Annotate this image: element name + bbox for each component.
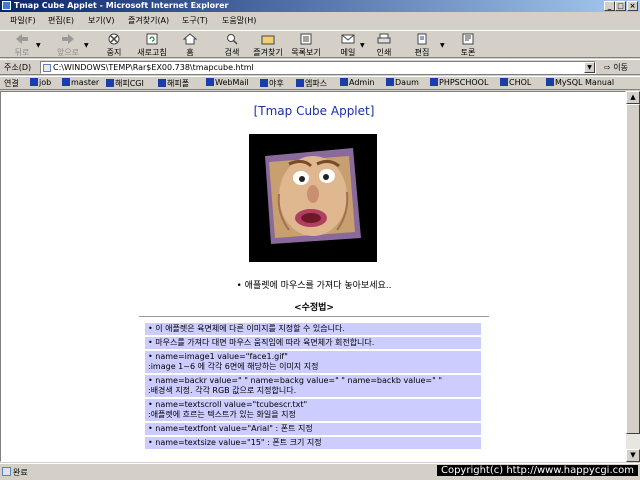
- list-item: • name=backr value=" " name=backg value=…: [145, 375, 481, 399]
- copyright-banner: Copyright(c) http://www.happycgi.com: [436, 465, 638, 476]
- list-item: • name=textsize value="15" : 폰트 크기 지정: [145, 437, 481, 451]
- go-arrow-icon: ⇨: [604, 63, 611, 72]
- discuss-icon: [462, 33, 474, 45]
- edit-dropdown-icon[interactable]: ▼: [440, 42, 445, 49]
- window-title: Tmap Cube Applet - Microsoft Internet Ex…: [14, 1, 229, 10]
- link-chol[interactable]: CHOL: [500, 78, 531, 87]
- scroll-up-icon[interactable]: ▲: [626, 91, 640, 104]
- back-arrow-icon: [16, 34, 28, 44]
- link-webmail[interactable]: WebMail: [206, 78, 249, 87]
- method-title: <수정법>: [294, 303, 334, 313]
- history-button[interactable]: 목록보기: [288, 32, 324, 58]
- vertical-scrollbar[interactable]: ▲ ▼: [626, 91, 640, 462]
- menu-view[interactable]: 보기(V): [88, 15, 114, 26]
- edit-document-icon: [417, 33, 427, 45]
- link-icon: [296, 79, 304, 87]
- divider: [139, 316, 489, 317]
- menu-bar: 파일(F) 편집(E) 보기(V) 즐겨찾기(A) 도구(T) 도움말(H): [0, 14, 640, 28]
- menu-edit[interactable]: 편집(E): [48, 15, 74, 26]
- link-icon: [62, 78, 70, 86]
- address-url[interactable]: C:\WINDOWS\TEMP\Rar$EX00.738\tmapcube.ht…: [53, 63, 254, 72]
- list-item: • name=image1 value="face1.gif" :image 1…: [145, 351, 481, 375]
- tmap-cube-applet[interactable]: [249, 134, 377, 262]
- page-title: [Tmap Cube Applet]: [253, 104, 375, 118]
- edit-button[interactable]: 편집: [404, 32, 440, 58]
- link-icon: [430, 78, 438, 86]
- address-bar: 주소(D) C:\WINDOWS\TEMP\Rar$EX00.738\tmapc…: [0, 59, 640, 75]
- link-icon: [206, 78, 214, 86]
- done-page-icon: [2, 467, 11, 476]
- instruction-list: • 이 애플렛은 육면체에 다른 이미지를 지정할 수 있습니다. • 마우스를…: [145, 323, 481, 451]
- minimize-button[interactable]: _: [604, 1, 615, 11]
- scroll-down-icon[interactable]: ▼: [626, 449, 640, 462]
- back-button[interactable]: 뒤로: [4, 32, 40, 58]
- menu-favorites[interactable]: 즐겨찾기(A): [128, 15, 169, 26]
- menu-tools[interactable]: 도구(T): [182, 15, 208, 26]
- link-admin[interactable]: Admin: [340, 78, 375, 87]
- print-button[interactable]: 인쇄: [366, 32, 402, 58]
- cube-face-image: [249, 134, 377, 262]
- link-phpschool[interactable]: PHPSCHOOL: [430, 78, 488, 87]
- home-button[interactable]: 홈: [172, 32, 208, 58]
- link-master[interactable]: master: [62, 78, 99, 87]
- mail-dropdown-icon[interactable]: ▼: [360, 42, 365, 49]
- forward-button[interactable]: 앞으로: [50, 32, 86, 58]
- address-label: 주소(D): [4, 63, 32, 72]
- link-happycgi[interactable]: 해피CGI: [106, 78, 144, 89]
- scroll-thumb[interactable]: [626, 104, 640, 434]
- print-icon: [377, 33, 391, 44]
- discuss-button[interactable]: 토론: [450, 32, 486, 58]
- links-label: 연결: [4, 79, 19, 88]
- page-icon: [43, 64, 51, 72]
- list-item: • name=textscroll value="tcubescr.txt" :…: [145, 399, 481, 423]
- search-icon: [227, 34, 238, 45]
- menu-file[interactable]: 파일(F): [10, 15, 36, 26]
- list-item: • 이 애플렛은 육면체에 다른 이미지를 지정할 수 있습니다.: [145, 323, 481, 337]
- link-daum[interactable]: Daum: [386, 78, 419, 87]
- link-job[interactable]: job: [30, 78, 51, 87]
- status-text: 완료: [13, 468, 28, 477]
- link-happypoll[interactable]: 해피폴: [158, 78, 189, 89]
- menu-help[interactable]: 도움말(H): [222, 15, 256, 26]
- go-button[interactable]: ⇨ 이동: [604, 62, 628, 73]
- forward-dropdown-icon[interactable]: ▼: [84, 42, 89, 49]
- link-yahoo[interactable]: 야후: [260, 78, 284, 89]
- standard-toolbar: 뒤로 ▼ 앞으로 ▼ 중지 새로고침 홈 검색 즐겨찾기 목록보기 메일 ▼ 인…: [0, 30, 640, 58]
- page-content: [Tmap Cube Applet] • 애플렛에 마우스를 가져다 놓아보세요…: [0, 91, 626, 462]
- favorites-button[interactable]: 즐겨찾기: [250, 32, 286, 58]
- history-icon: [300, 33, 312, 45]
- list-item: • 마우스를 가져다 대면 마우스 움직임에 따라 육면체가 회전합니다.: [145, 337, 481, 351]
- list-item: • name=textfont value="Arial" : 폰트 지정: [145, 423, 481, 437]
- refresh-button[interactable]: 새로고침: [134, 32, 170, 58]
- link-icon: [30, 78, 38, 86]
- stop-button[interactable]: 중지: [96, 32, 132, 58]
- link-icon: [260, 79, 268, 87]
- link-icon: [500, 78, 508, 86]
- link-icon: [386, 78, 394, 86]
- ie-icon: [2, 1, 11, 10]
- link-icon: [546, 78, 554, 86]
- search-button[interactable]: 검색: [214, 32, 250, 58]
- link-empas[interactable]: 엠파스: [296, 78, 327, 89]
- link-icon: [106, 79, 114, 87]
- link-mysql-manual[interactable]: MySQL Manual: [546, 78, 614, 87]
- refresh-icon: [146, 33, 158, 45]
- window-title-bar[interactable]: Tmap Cube Applet - Microsoft Internet Ex…: [0, 0, 640, 12]
- mail-icon: [341, 34, 355, 44]
- home-icon: [182, 33, 198, 45]
- links-bar: 연결 job master 해피CGI 해피폴 WebMail 야후 엠파스 A…: [0, 76, 640, 90]
- close-button[interactable]: ×: [627, 1, 638, 11]
- link-icon: [340, 78, 348, 86]
- address-input[interactable]: C:\WINDOWS\TEMP\Rar$EX00.738\tmapcube.ht…: [40, 61, 596, 74]
- stop-icon: [108, 33, 120, 45]
- link-icon: [158, 79, 166, 87]
- maximize-button[interactable]: □: [615, 1, 626, 11]
- back-dropdown-icon[interactable]: ▼: [36, 42, 41, 49]
- favorites-folder-icon: [261, 35, 275, 45]
- applet-hint: • 애플렛에 마우스를 가져다 놓아보세요..: [236, 281, 392, 291]
- address-dropdown-icon[interactable]: ▼: [584, 62, 595, 73]
- forward-arrow-icon: [62, 34, 74, 44]
- status-bar: 완료 Copyright(c) http://www.happycgi.com: [0, 463, 640, 480]
